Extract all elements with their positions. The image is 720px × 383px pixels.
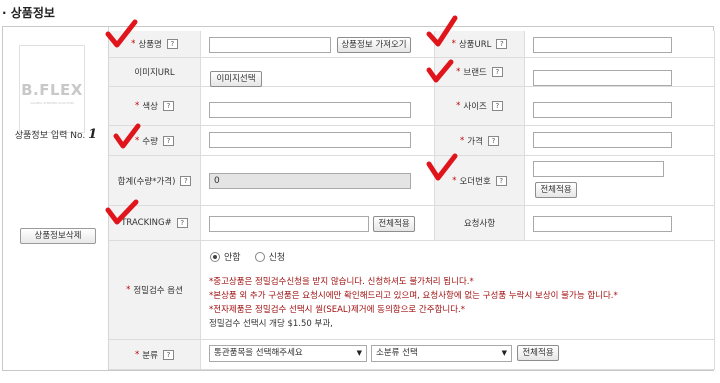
brand-input[interactable] bbox=[533, 70, 672, 86]
category-apply-all-button[interactable]: 전체적용 bbox=[517, 345, 559, 361]
label-request: 요청사항 bbox=[435, 206, 525, 241]
price-input[interactable] bbox=[533, 132, 672, 148]
order-number-input[interactable] bbox=[533, 161, 664, 177]
product-name-input[interactable] bbox=[209, 37, 331, 53]
size-input[interactable] bbox=[533, 102, 672, 118]
notice-used-items: *중고상품은 정밀검수신청을 받지 않습니다. 신청하셔도 불가처리 됩니다.* bbox=[209, 277, 474, 287]
label-size: * 사이즈 ? bbox=[435, 87, 525, 126]
notice-components: *본상품 외 추가 구성품은 요청시에만 확인해드리고 있으며, 요청사항에 없… bbox=[209, 291, 618, 301]
label-category: * 분류 ? bbox=[109, 340, 201, 370]
section-title: · 상품정보 bbox=[2, 6, 55, 20]
delete-product-button[interactable]: 상품정보삭제 bbox=[20, 228, 96, 244]
order-number-apply-all-button[interactable]: 전체적용 bbox=[535, 182, 577, 198]
help-icon[interactable]: ? bbox=[162, 349, 174, 360]
check-mark-icon bbox=[105, 199, 139, 225]
inspection-fee-note: 정밀검수 선택시 개당 $1.50 부과, bbox=[209, 319, 333, 329]
radio-inspection-apply[interactable] bbox=[254, 251, 265, 262]
check-mark-icon bbox=[105, 19, 138, 48]
tracking-input[interactable] bbox=[209, 216, 369, 232]
label-image-url: 이미지URL bbox=[109, 58, 201, 87]
inspection-radio-group: 안함 신청 bbox=[210, 250, 285, 263]
brand-logo: B.FLEX bbox=[21, 81, 83, 99]
check-mark-icon bbox=[113, 123, 141, 149]
check-mark-icon bbox=[426, 15, 458, 47]
tracking-apply-all-button[interactable]: 전체적용 bbox=[373, 216, 415, 232]
entry-number: 1 bbox=[88, 127, 98, 142]
entry-label-text: 상품정보 입력 No. bbox=[14, 131, 86, 141]
label-inspection-option: * 정밀검수 옵션 bbox=[109, 241, 201, 340]
label-color: * 색상 ? bbox=[109, 87, 201, 126]
help-icon[interactable]: ? bbox=[491, 101, 503, 111]
check-mark-icon bbox=[426, 153, 458, 181]
help-icon[interactable]: ? bbox=[180, 175, 192, 186]
entry-number-label: 상품정보 입력 No. 1 bbox=[3, 127, 109, 142]
radio-inspection-none-label: 안함 bbox=[224, 253, 241, 263]
help-icon[interactable]: ? bbox=[162, 101, 174, 111]
help-icon[interactable]: ? bbox=[487, 135, 499, 146]
product-thumbnail-panel: B.FLEX GLOBAL SHIPPING SOLUTION 상품정보 입력 … bbox=[3, 27, 109, 370]
quantity-input[interactable] bbox=[209, 132, 411, 148]
help-icon[interactable]: ? bbox=[496, 39, 508, 49]
check-mark-icon bbox=[426, 59, 454, 83]
radio-inspection-none[interactable] bbox=[210, 251, 220, 262]
category-main-select[interactable]: 통관품목을 선택해주세요 ▼ bbox=[209, 345, 367, 362]
help-icon[interactable]: ? bbox=[491, 67, 503, 77]
help-icon[interactable]: ? bbox=[495, 175, 507, 186]
brand-logo-subtitle: GLOBAL SHIPPING SOLUTION bbox=[30, 101, 74, 105]
radio-inspection-apply-label: 신청 bbox=[268, 253, 286, 263]
request-input[interactable] bbox=[533, 216, 672, 232]
help-icon[interactable]: ? bbox=[162, 135, 174, 146]
help-icon[interactable]: ? bbox=[166, 39, 178, 49]
dropdown-arrow-icon: ▼ bbox=[501, 349, 507, 357]
notice-electronics: *전자제품은 정밀검수 선택시 씰(SEAL)제거에 동의함으로 간주합니다.* bbox=[209, 305, 465, 315]
product-url-input[interactable] bbox=[533, 37, 672, 53]
product-image-placeholder: B.FLEX GLOBAL SHIPPING SOLUTION bbox=[19, 45, 85, 133]
total-output: 0 bbox=[209, 173, 411, 189]
help-icon[interactable]: ? bbox=[176, 218, 188, 228]
category-sub-select[interactable]: 소분류 선택 ▼ bbox=[371, 345, 512, 362]
color-input[interactable] bbox=[209, 102, 411, 118]
select-image-button[interactable]: 이미지선택 bbox=[210, 71, 262, 87]
fetch-product-info-button[interactable]: 상품정보 가져오기 bbox=[337, 37, 411, 53]
dropdown-arrow-icon: ▼ bbox=[356, 349, 362, 357]
